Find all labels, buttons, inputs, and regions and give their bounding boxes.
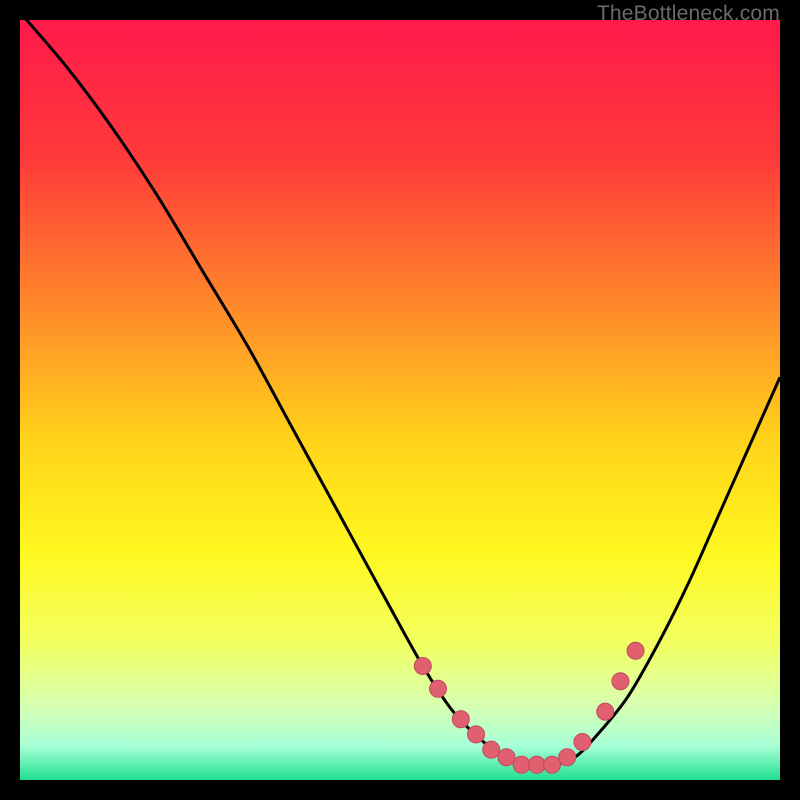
marker-point [559, 749, 576, 766]
marker-point [452, 711, 469, 728]
marker-point [513, 756, 530, 773]
chart-frame [20, 20, 780, 780]
marker-point [574, 734, 591, 751]
marker-point [597, 703, 614, 720]
marker-point [544, 756, 561, 773]
marker-point [612, 673, 629, 690]
gradient-background [20, 20, 780, 780]
bottleneck-chart [20, 20, 780, 780]
marker-point [498, 749, 515, 766]
marker-point [627, 642, 644, 659]
marker-point [528, 756, 545, 773]
marker-point [483, 741, 500, 758]
marker-point [468, 726, 485, 743]
marker-point [414, 658, 431, 675]
marker-point [430, 680, 447, 697]
